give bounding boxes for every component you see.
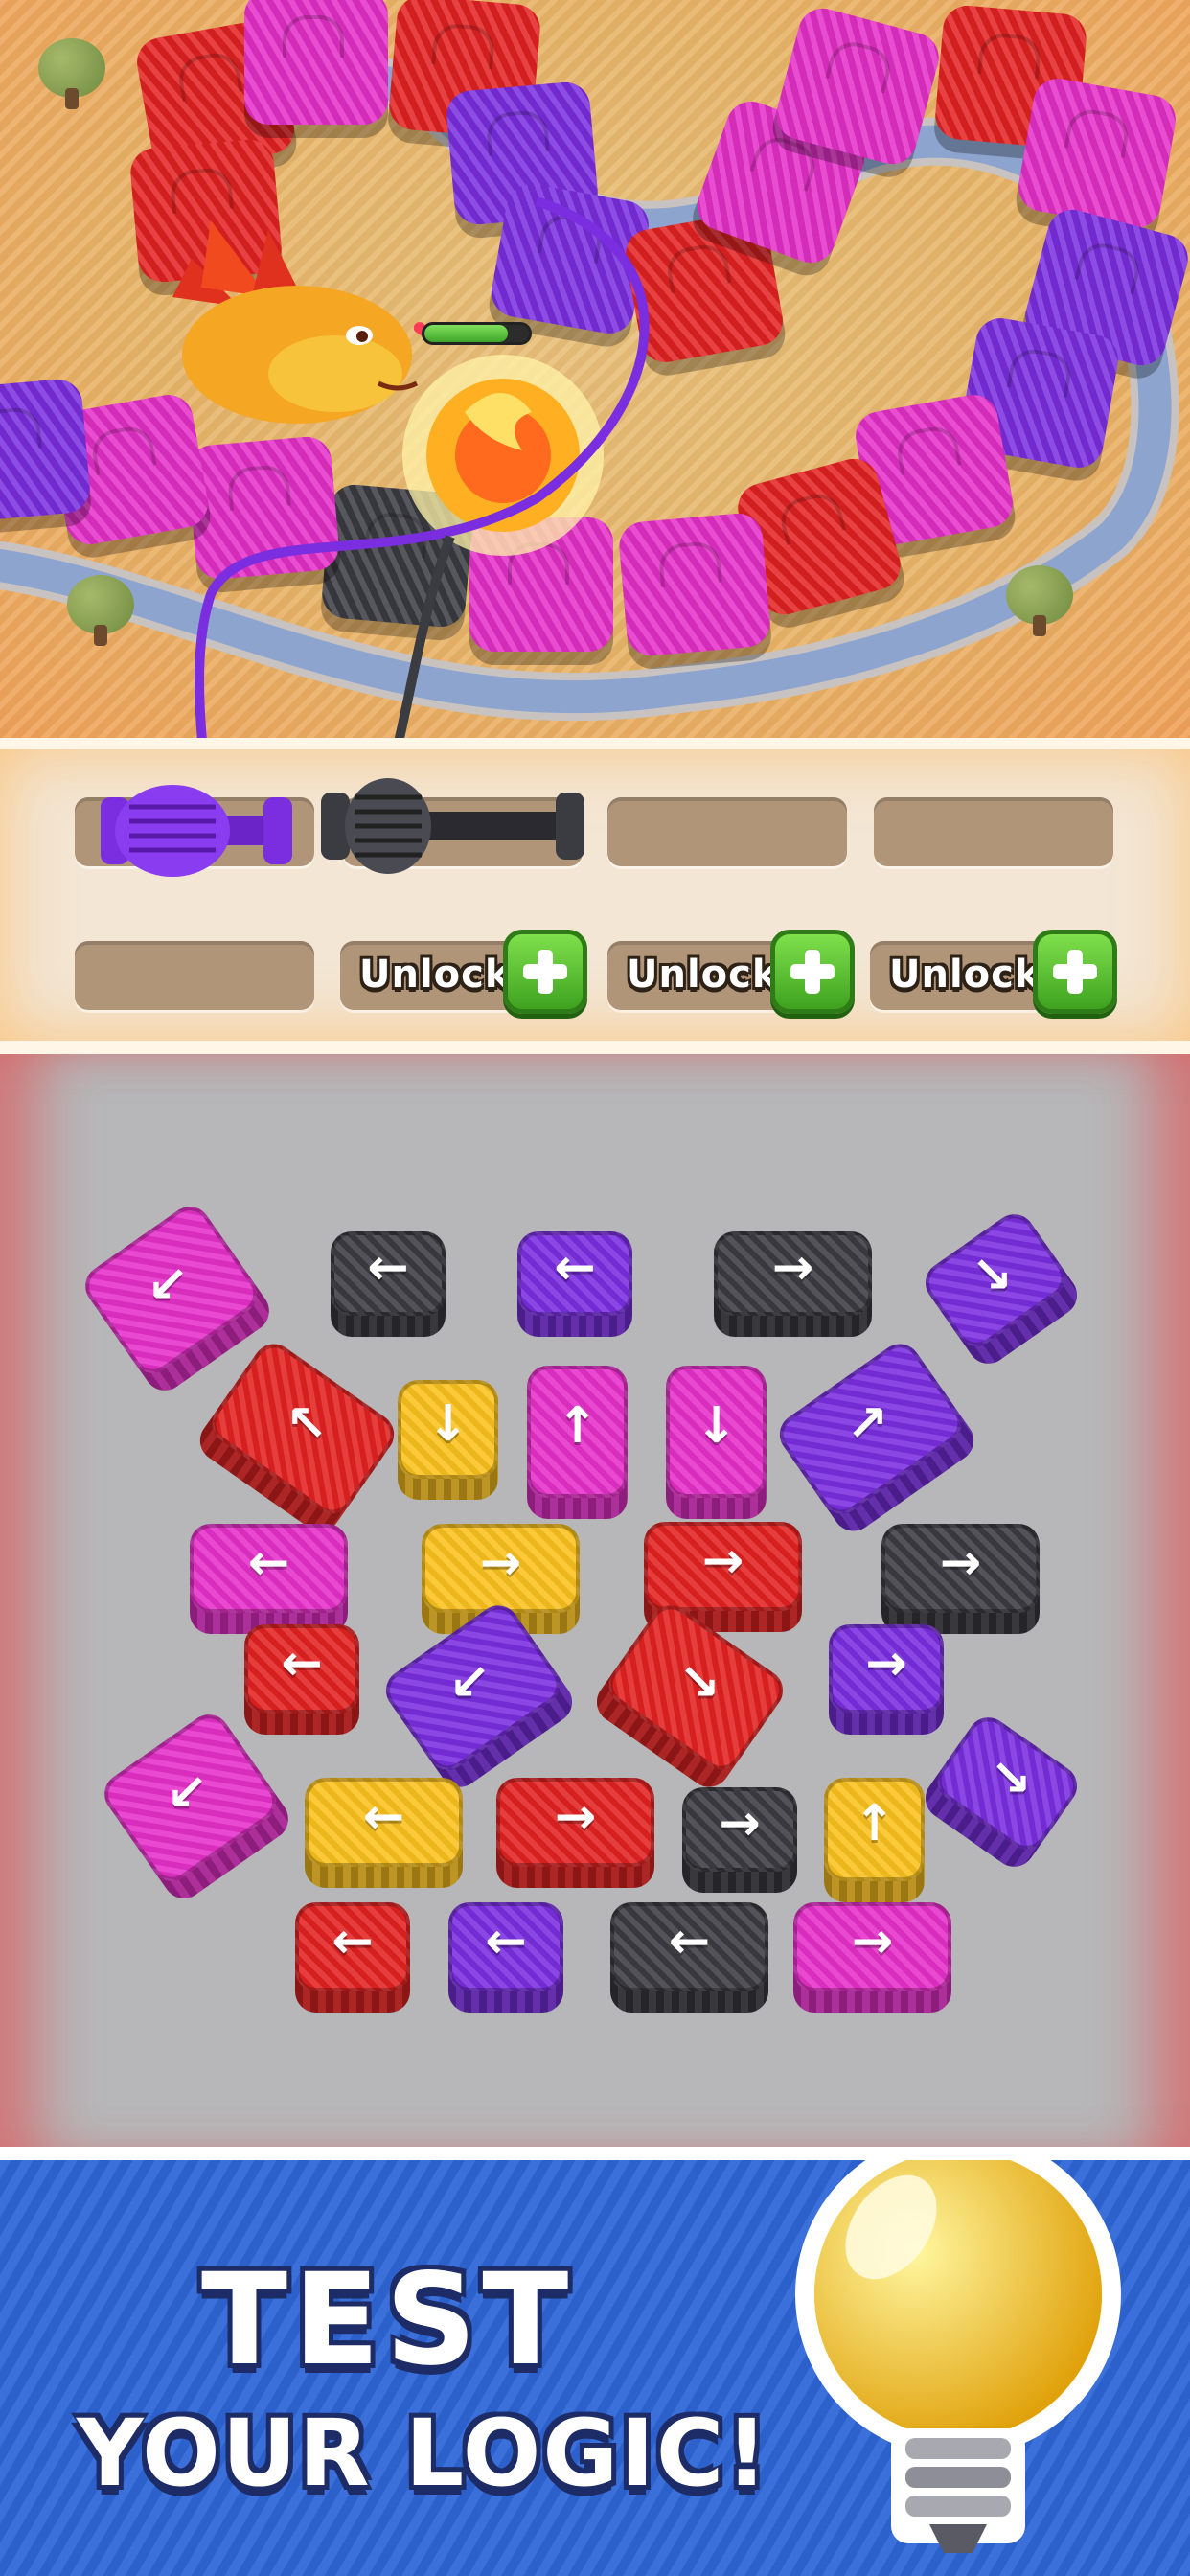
arrow-tile-purple[interactable]: ← [517,1231,632,1337]
arrow-icon: → [851,1912,894,1970]
tile-top: ← [190,1524,348,1613]
unlock-plus-button[interactable] [503,930,587,1014]
tile-top: ↓ [666,1366,767,1498]
arrow-icon: ← [554,1238,596,1297]
tile-top: ↑ [824,1778,925,1881]
arrow-tile-magenta[interactable]: ↑ [527,1366,628,1519]
unlock-plus-button[interactable] [770,930,855,1014]
arrow-icon: ← [247,1533,290,1592]
arrow-icon: ↖ [286,1394,328,1453]
arrow-tile-red[interactable]: ↖ [192,1335,402,1540]
promo-banner: TEST YOUR LOGIC! [0,2147,1190,2576]
headline-line-1: TEST [201,2246,575,2394]
arrow-tile-purple[interactable]: ↘ [917,1206,1086,1372]
spool-slot-panel: Unlock Unlock Unlock [0,738,1190,1054]
tile-top: ← [244,1624,359,1714]
arrow-icon: ← [281,1634,323,1692]
tile-top: ← [448,1902,563,1991]
arrow-icon: ← [668,1912,711,1970]
locked-slot-2[interactable]: Unlock [607,930,855,1014]
arrow-tile-black[interactable]: ← [331,1231,446,1337]
tile-top: ← [295,1902,410,1991]
tile-top: → [496,1778,654,1867]
arrow-tile-magenta[interactable]: ↓ [666,1366,767,1519]
arrow-icon: ↓ [695,1396,738,1455]
arrow-icon: ← [367,1238,409,1297]
spool-slot-4[interactable] [874,797,1113,866]
yarn-strings [195,196,650,738]
arrow-icon: ↙ [147,1255,189,1314]
tile-top: → [682,1787,797,1872]
locked-slot-1[interactable]: Unlock [340,930,587,1014]
arrow-tile-magenta[interactable]: ← [190,1524,348,1634]
tile-top: ↙ [77,1198,265,1382]
unlock-label: Unlock [359,953,512,997]
arrow-tile-red[interactable]: ← [244,1624,359,1735]
arrow-icon: → [554,1787,597,1846]
headline-line-2: YOUR LOGIC! [77,2400,770,2507]
arrow-icon: ↗ [846,1394,888,1453]
tile-top: ↖ [203,1335,402,1523]
tile-top: ← [610,1902,768,1991]
tile-top: ↘ [917,1206,1074,1355]
arrow-tile-red[interactable]: → [496,1778,654,1888]
tile-top: → [644,1522,802,1611]
arrow-tile-black[interactable]: → [881,1524,1040,1634]
arrow-icon: ↓ [426,1394,469,1453]
arrow-tile-black[interactable]: → [714,1231,872,1337]
arrow-tile-magenta[interactable]: → [793,1902,951,2012]
arrow-tile-purple[interactable]: ↗ [771,1335,982,1540]
arrow-tile-black[interactable]: → [682,1787,797,1893]
black-yarn-spool-icon[interactable] [321,769,594,884]
tile-top: → [829,1624,944,1714]
unlock-label: Unlock [627,953,779,997]
tile-top: ↘ [928,1709,1086,1858]
arrow-tile-purple[interactable]: ← [448,1902,563,2012]
arrow-tile-yellow[interactable]: ↓ [398,1380,498,1500]
tile-top: ↑ [527,1366,628,1498]
game-scene: ❤ [0,0,1190,738]
arrow-icon: ↙ [166,1763,208,1822]
spool-slot-3[interactable] [607,797,847,866]
arrow-tile-red[interactable]: ← [295,1902,410,2012]
puzzle-board: ↙ ← ← → ↘ ↖ ↓ ↑ ↓ ↗ ← → → → ← ↙ ↘ → ↙ ← → → ↑ ↘ ← ← ← → [0,1054,1190,2156]
lightbulb-icon [795,2160,1121,2553]
arrow-icon: ↙ [448,1653,491,1712]
arrow-tile-magenta[interactable]: ↙ [96,1706,297,1907]
locked-slot-3[interactable]: Unlock [870,930,1117,1014]
spool-slot-5[interactable] [75,941,314,1010]
arrow-tile-yellow[interactable]: ↑ [824,1778,925,1902]
arrow-icon: ↘ [678,1653,721,1712]
arrow-tile-purple[interactable]: → [829,1624,944,1735]
arrow-icon: → [701,1531,744,1590]
arrow-icon: ← [485,1912,527,1970]
tile-top: ← [305,1778,463,1867]
arrow-icon: ← [362,1787,405,1846]
tile-top: → [422,1524,580,1613]
arrow-icon: ↘ [971,1246,1013,1304]
arrow-icon: ↘ [990,1749,1032,1807]
tile-top: ↙ [96,1706,285,1890]
arrow-icon: → [865,1634,907,1692]
tile-top: ← [331,1231,446,1316]
arrow-icon: → [939,1533,982,1592]
tile-top: → [881,1524,1040,1613]
arrow-icon: ← [332,1912,374,1970]
arrow-icon: → [479,1533,522,1592]
arrow-tile-black[interactable]: ← [610,1902,768,2012]
tile-top: → [714,1231,872,1316]
arrow-icon: ↑ [556,1396,599,1455]
unlock-plus-button[interactable] [1033,930,1117,1014]
tile-top: ← [517,1231,632,1316]
unlock-label: Unlock [889,953,1041,997]
arrow-icon: → [771,1238,814,1297]
arrow-icon: ↑ [853,1794,896,1852]
tile-top: → [793,1902,951,1991]
arrow-tile-purple[interactable]: ↘ [917,1709,1086,1875]
tile-top: ↓ [398,1380,498,1479]
arrow-tile-yellow[interactable]: ← [305,1778,463,1888]
tile-top: ↗ [771,1335,971,1523]
arrow-icon: → [719,1794,761,1852]
purple-yarn-spool-icon[interactable] [101,778,292,884]
